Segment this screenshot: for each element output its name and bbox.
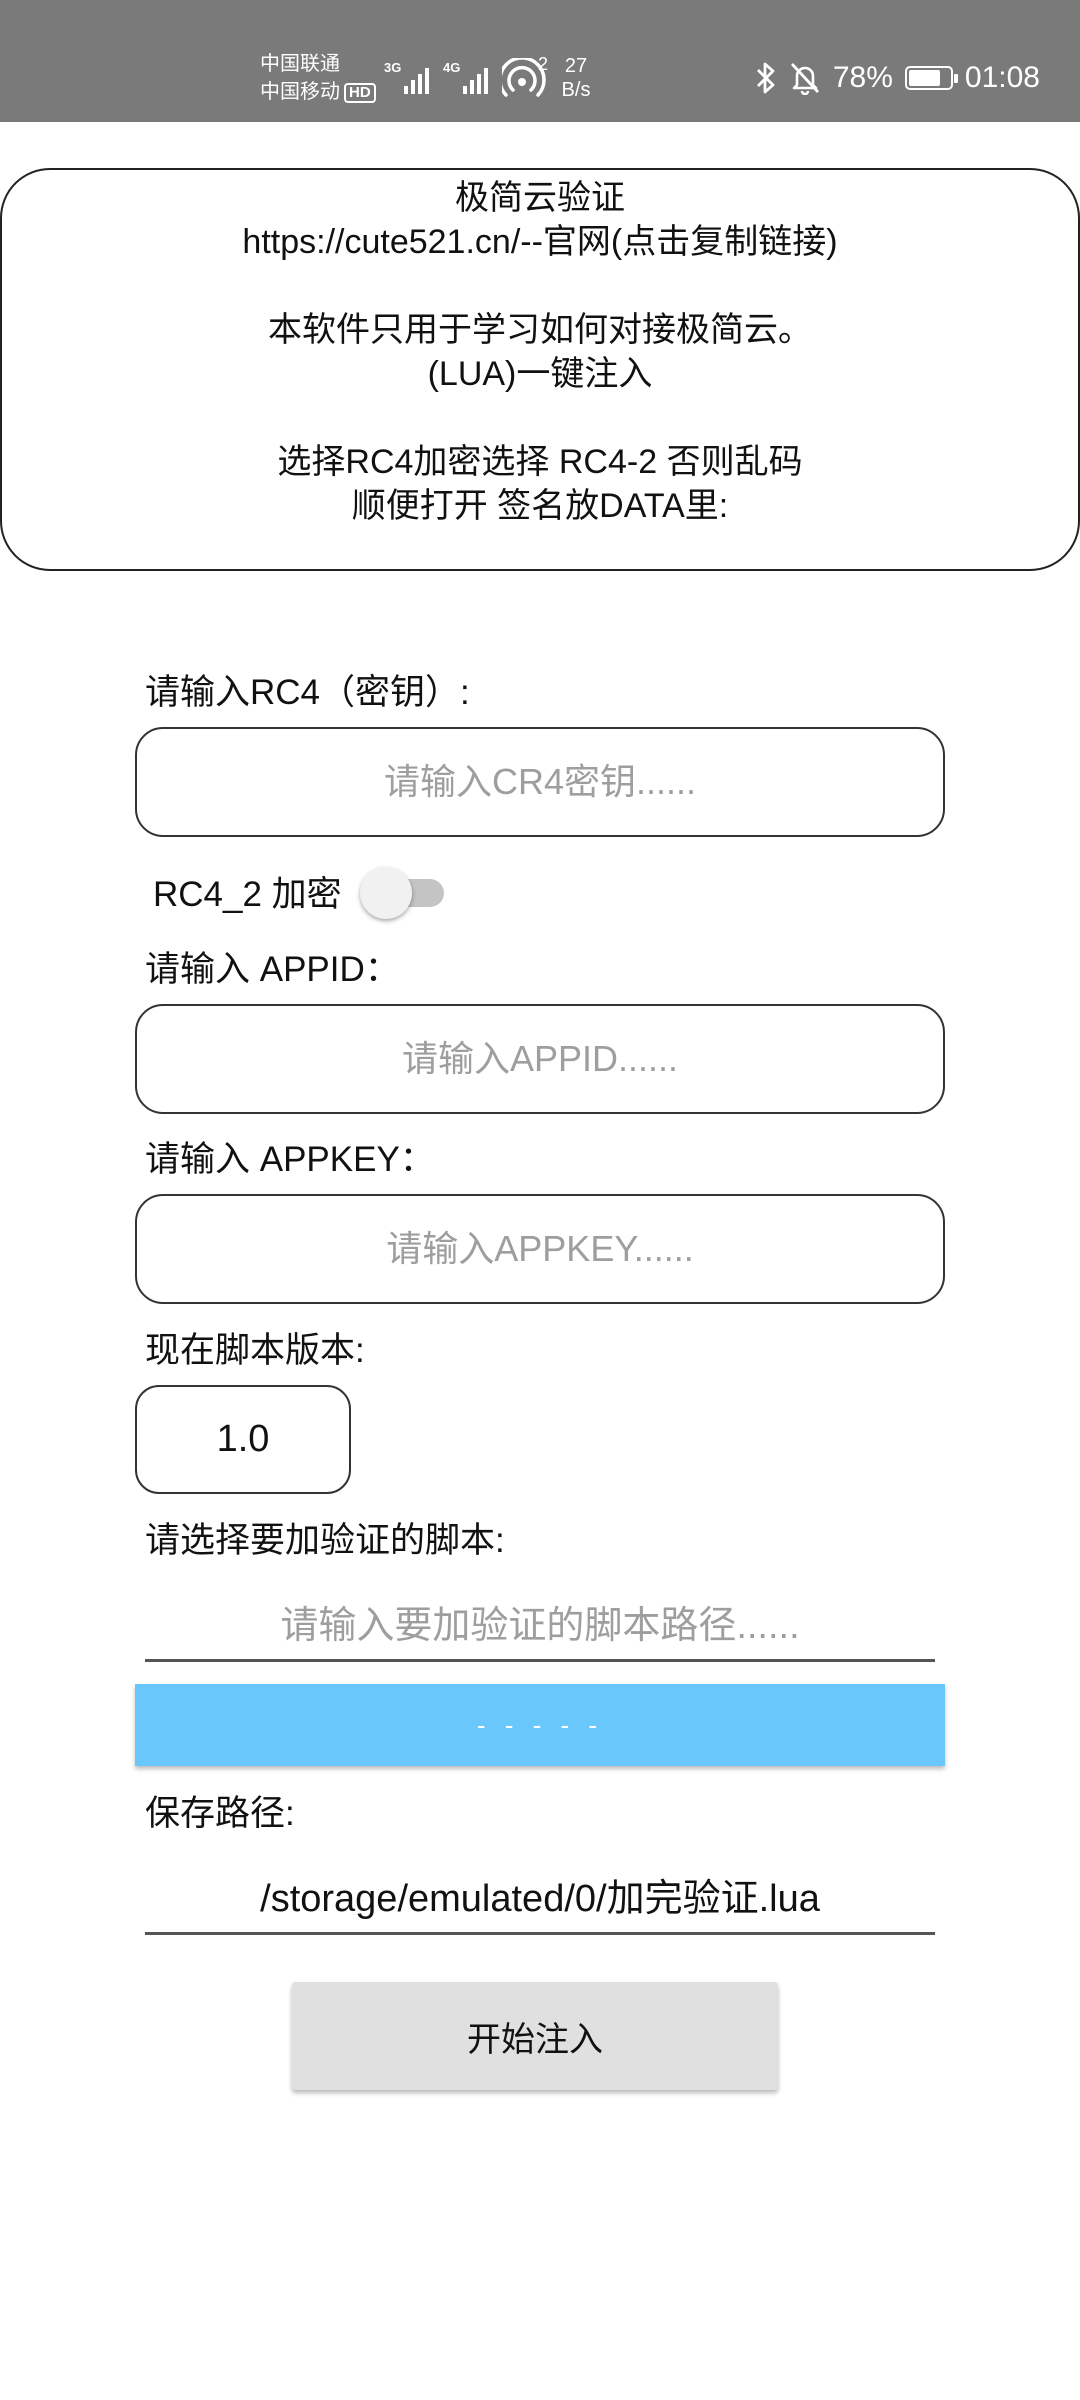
note-line-1: 选择RC4加密选择 RC4-2 否则乱码 (277, 443, 803, 481)
carrier-2: 中国移动 (260, 81, 340, 103)
appkey-input[interactable] (137, 1228, 943, 1270)
save-path-label: 保存路径: (145, 1794, 295, 1833)
bluetooth-icon (756, 62, 775, 94)
description-line-2: (LUA)一键注入 (427, 355, 653, 393)
speed-unit: B/s (561, 79, 591, 101)
status-bar: 中国联通 中国移动 HD 3G 4G 2 27 B/s 78% 01:08 (0, 0, 1080, 122)
speed-value: 27 (564, 55, 588, 77)
rc4-key-input[interactable] (137, 761, 943, 803)
browse-script-button[interactable]: - - - - - (135, 1684, 945, 1766)
script-path-input[interactable]: 请输入要加验证的脚本路径...... (145, 1584, 935, 1662)
battery-percent: 78% (832, 61, 893, 94)
appkey-field[interactable] (135, 1194, 945, 1304)
hd-badge: HD (344, 82, 376, 103)
clock: 01:08 (964, 61, 1040, 94)
description-line-1: 本软件只用于学习如何对接极简云。 (268, 311, 812, 349)
save-path-input[interactable]: /storage/emulated/0/加完验证.lua (145, 1857, 935, 1935)
carrier-info: 中国联通 中国移动 HD (260, 50, 376, 106)
rc4-2-toggle[interactable] (359, 861, 450, 921)
hotspot-count: 2 (538, 54, 549, 74)
network-type-2: 4G (443, 60, 461, 75)
appkey-label: 请输入 APPKEY： (145, 1140, 435, 1179)
rc4-2-label: RC4_2 加密 (153, 874, 342, 914)
battery-fill (908, 70, 940, 86)
appid-label: 请输入 APPID： (145, 950, 400, 989)
info-card[interactable]: 极简云验证 https://cute521.cn/--官网(点击复制链接) 本软… (0, 168, 1080, 571)
rc4-2-switch-row[interactable]: RC4_2 加密 (153, 858, 450, 924)
battery-icon (904, 66, 958, 90)
signal-indicators: 3G 4G (384, 58, 488, 94)
rc4-key-label: 请输入RC4（密钥）: (145, 673, 470, 712)
note-line-2: 顺便打开 签名放DATA里: (351, 487, 729, 525)
start-inject-button[interactable]: 开始注入 (292, 1982, 778, 2090)
signal-4g-icon: 4G (443, 60, 488, 94)
rc4-key-field[interactable] (135, 727, 945, 837)
app-title: 极简云验证 (455, 179, 625, 217)
appid-field[interactable] (135, 1004, 945, 1114)
toggle-thumb (359, 867, 412, 919)
version-label: 现在脚本版本: (145, 1331, 365, 1370)
status-right: 78% 01:08 (755, 58, 1040, 98)
network-type-1: 3G (384, 60, 402, 75)
network-speed: 27 B/s (556, 54, 596, 102)
mute-bell-icon (790, 63, 819, 95)
signal-3g-icon: 3G (384, 60, 429, 94)
appid-input[interactable] (137, 1038, 943, 1080)
official-site-link[interactable]: https://cute521.cn/--官网(点击复制链接) (2, 220, 1078, 264)
carrier-1: 中国联通 (260, 53, 340, 75)
script-label: 请选择要加验证的脚本: (145, 1521, 505, 1560)
version-field[interactable]: 1.0 (135, 1385, 351, 1494)
